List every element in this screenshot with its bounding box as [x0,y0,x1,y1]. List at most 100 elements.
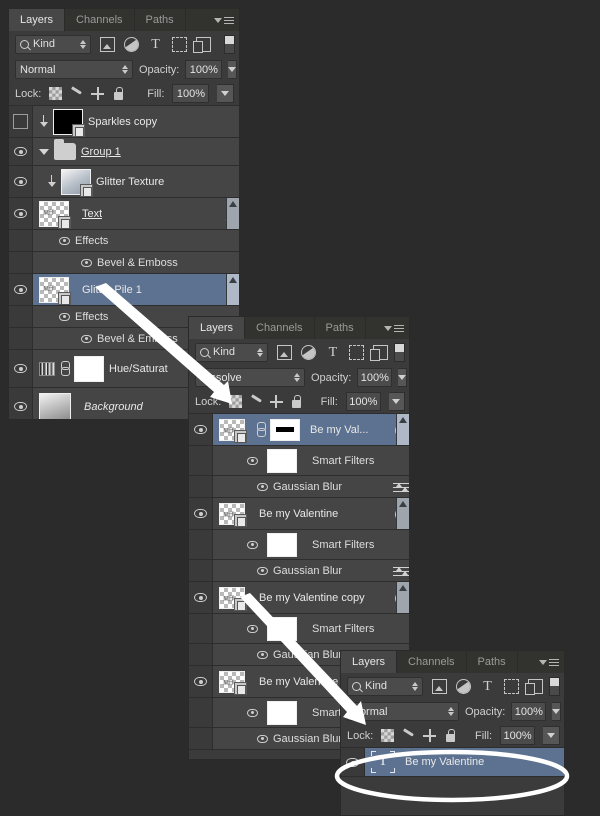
eye-icon[interactable] [81,258,92,267]
effects-group-label[interactable]: Effects [75,311,108,323]
shape-layer-icon[interactable] [172,36,187,52]
panel2-kind-filter[interactable]: Kind [195,342,269,362]
list-item[interactable]: Smart Filters [189,446,409,476]
lock-transparency-icon[interactable] [49,87,63,100]
layer-thumbnail[interactable]: Mﬀ [39,200,71,229]
eye-icon[interactable] [257,566,268,575]
chevron-down-icon[interactable] [39,148,49,155]
eye-icon[interactable] [247,540,258,549]
visibility-toggle[interactable] [9,350,33,387]
list-item[interactable]: Bevel & Emboss [9,252,239,274]
link-mask-icon[interactable] [60,361,70,376]
panel3-fill-dropdown[interactable] [543,726,560,745]
layer-name[interactable]: Background [84,401,143,413]
layer-name[interactable]: Be my Valentine [405,756,484,768]
type-layer-icon[interactable]: T [325,345,340,360]
layer-name[interactable]: Be my Valentine c [259,676,347,688]
eye-icon[interactable] [59,236,70,245]
visibility-toggle[interactable] [9,388,33,419]
panel1-menu-icon[interactable] [214,14,234,26]
panel3-tab-channels[interactable]: Channels [397,651,467,673]
visibility-toggle[interactable] [341,748,365,776]
list-item[interactable]: Smart Filters [189,614,409,644]
smart-filter-mask-thumbnail[interactable] [267,448,297,473]
table-row[interactable]: Mﬀ Be my Val... [189,414,409,446]
panel3-menu-icon[interactable] [539,656,559,668]
filter-name[interactable]: Gaussian Blur [273,565,342,577]
panel3-fill-input[interactable]: 100% [500,726,536,745]
layer-name[interactable]: Glitter Pile 1 [82,284,142,296]
eye-icon[interactable] [59,312,70,321]
layer-name[interactable]: Be my Val... [310,424,368,436]
smart-object-icon[interactable] [193,36,211,53]
smart-filters-label[interactable]: Smart Filters [312,539,374,551]
panel2-tab-layers[interactable]: Layers [189,317,246,339]
type-layer-icon[interactable]: T [480,679,495,694]
panel1-tab-paths[interactable]: Paths [135,9,186,31]
panel3-opacity-input[interactable]: 100% [511,702,547,721]
panel1-opacity-input[interactable]: 100% [185,60,223,79]
visibility-toggle[interactable] [189,582,213,613]
layer-thumbnail[interactable]: Mﬀ [219,502,247,527]
lock-transparency-icon[interactable] [229,395,242,408]
lock-image-icon[interactable] [70,87,83,100]
panel3-tab-paths[interactable]: Paths [467,651,518,673]
panel2-fill-input[interactable]: 100% [345,392,381,411]
hue-saturation-icon[interactable] [39,361,55,376]
panel2-tab-paths[interactable]: Paths [315,317,366,339]
smart-filter-mask-thumbnail[interactable] [267,616,297,641]
smart-filters-label[interactable]: Smart Filters [312,455,374,467]
table-row[interactable]: Group 1 [9,138,239,166]
list-item[interactable]: Smart Filters [189,530,409,560]
eye-icon[interactable] [247,708,258,717]
type-layer-icon[interactable]: T [148,37,163,52]
smart-filter-mask-thumbnail[interactable] [267,532,297,557]
layer-thumbnail[interactable] [53,108,85,137]
adjustment-layer-icon[interactable] [301,344,317,360]
pixel-layer-icon[interactable] [432,678,447,694]
row-scrollbar[interactable] [396,414,409,445]
adjustment-layer-icon[interactable] [456,678,471,694]
layer-name[interactable]: Text [82,208,102,220]
panel3-tab-layers[interactable]: Layers [341,651,398,673]
layer-name[interactable]: Group 1 [81,146,121,158]
panel1-tab-layers[interactable]: Layers [9,9,66,31]
effects-group-label[interactable]: Effects [75,235,108,247]
list-item[interactable]: Effects [9,230,239,252]
lock-image-icon[interactable] [250,395,262,408]
panel1-fill-dropdown[interactable] [217,84,235,103]
eye-icon[interactable] [257,734,268,743]
eye-icon[interactable] [81,334,92,343]
smart-filter-mask-thumbnail[interactable] [267,700,297,725]
layer-thumbnail[interactable] [39,392,71,419]
smart-object-icon[interactable] [525,678,543,695]
pixel-layer-icon[interactable] [100,36,115,52]
visibility-toggle[interactable] [189,498,213,529]
filter-toggle-switch[interactable] [224,34,235,54]
filter-toggle-switch[interactable] [394,342,405,362]
type-layer-thumbnail[interactable]: T [371,751,395,773]
link-mask-icon[interactable] [256,422,266,437]
effect-name[interactable]: Bevel & Emboss [97,257,178,269]
table-row[interactable]: Mﬀ Be my Valentine [189,498,409,530]
visibility-toggle[interactable] [9,198,33,229]
layer-name[interactable]: Glitter Texture [96,176,164,188]
table-row[interactable]: Mﬀ Text fx [9,198,239,230]
eye-icon[interactable] [257,482,268,491]
panel2-fill-dropdown[interactable] [388,392,405,411]
layer-thumbnail[interactable] [61,168,93,197]
list-item[interactable]: Gaussian Blur [189,476,409,498]
smart-filters-label[interactable]: Smart Filters [312,623,374,635]
visibility-toggle[interactable] [9,138,33,165]
smart-filters-label[interactable]: Smart [312,707,341,719]
table-row[interactable]: Sparkles copy [9,106,239,138]
filter-settings-icon[interactable] [393,481,409,493]
eye-icon[interactable] [257,650,268,659]
panel3-blend-mode-select[interactable]: Normal [347,702,459,721]
filter-toggle-switch[interactable] [549,676,560,696]
layer-mask-thumbnail[interactable] [74,355,104,382]
layer-thumbnail[interactable]: Mﬀ [39,276,71,305]
table-row[interactable]: Glitter Texture [9,166,239,198]
layer-name[interactable]: Hue/Saturat [109,363,168,375]
shape-layer-icon[interactable] [349,344,365,360]
